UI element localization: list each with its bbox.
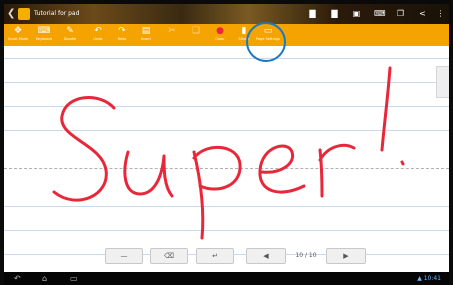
keyboard-button[interactable]: ⌨ Keyboard (32, 24, 56, 46)
prev-page-button[interactable]: ◀ (246, 248, 286, 264)
ink-stroke-s (52, 96, 116, 202)
menu-icon[interactable]: ⋮ (436, 9, 445, 18)
keyboard-icon: ⌨ (37, 26, 51, 36)
color-button[interactable]: ● Color (208, 24, 232, 46)
next-page-button[interactable]: ▶ (326, 248, 366, 264)
doodle-button[interactable]: ✎ Doodle (58, 24, 82, 46)
document-icon[interactable]: ▇ (308, 9, 317, 18)
window-title: Tutorial for pad (34, 10, 80, 17)
back-icon[interactable]: ↶ (14, 274, 21, 283)
enter-button[interactable]: ↵ (196, 248, 234, 264)
undo-button[interactable]: ↶ Undo (86, 24, 110, 46)
cut-button[interactable]: ✂ (160, 24, 184, 46)
backspace-button[interactable]: ⌫ (150, 248, 188, 264)
color-icon: ● (216, 26, 224, 36)
title-bar: ❮ Tutorial for pad ▇ ▇ ▣ ⌨ ❐ < ⋮ (4, 4, 449, 24)
status-area: ▲ 10:41 (417, 275, 441, 282)
home-icon[interactable]: ⌂ (42, 274, 47, 283)
notebook-page[interactable] (4, 46, 449, 272)
undo-icon: ↶ (94, 26, 102, 36)
ink-stroke-u (123, 150, 174, 198)
scroll-icon: ✥ (14, 26, 22, 36)
ink-stroke-e (258, 144, 306, 194)
keyboard-icon[interactable]: ⌨ (374, 9, 386, 18)
recents-icon[interactable]: ▭ (70, 274, 78, 283)
page-indicator: 10 / 10 (295, 252, 317, 259)
copy-icon[interactable]: ❐ (396, 9, 405, 18)
cut-icon: ✂ (168, 26, 176, 36)
back-arrow-icon[interactable]: ❮ (7, 8, 17, 20)
scroll-mode-button[interactable]: ✥ Scroll Mode (6, 24, 30, 46)
system-nav-bar: ↶ ⌂ ▭ ▲ 10:41 (4, 272, 449, 285)
toolbar: ✥ Scroll Mode ⌨ Keyboard ✎ Doodle ↶ Undo ↷ Re… (4, 24, 449, 46)
document-icon[interactable]: ▇ (330, 9, 339, 18)
insert-icon: ▤ (141, 26, 151, 36)
redo-icon: ↷ (118, 26, 126, 36)
redo-button[interactable]: ↷ Redo (110, 24, 134, 46)
ink-stroke-r (318, 143, 356, 198)
ink-stroke-dot (400, 160, 405, 166)
share-icon[interactable]: < (418, 9, 427, 18)
insert-button[interactable]: ▤ Insert (134, 24, 158, 46)
space-button[interactable]: — (105, 248, 143, 264)
paste-icon: ❏ (191, 26, 201, 36)
ink-stroke-bang (380, 66, 392, 152)
app-logo-icon (18, 8, 30, 20)
ink-stroke-p (192, 145, 242, 240)
pen-icon: ✎ (66, 26, 74, 36)
gallery-icon[interactable]: ▣ (352, 9, 361, 18)
highlight-ring (246, 22, 286, 62)
handwriting-ink (52, 66, 405, 240)
paste-button[interactable]: ❏ (184, 24, 208, 46)
